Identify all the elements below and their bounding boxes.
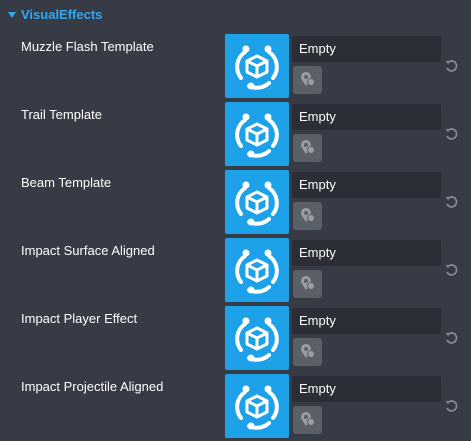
property-row-impact-projectile-aligned: Impact Projectile Aligned Empty: [0, 374, 471, 441]
asset-field[interactable]: Empty: [292, 308, 441, 334]
reset-icon: [445, 60, 458, 72]
property-row-impact-surface-aligned: Impact Surface Aligned Empty: [0, 238, 471, 306]
property-label: Muzzle Flash Template: [21, 39, 154, 54]
asset-picker-button[interactable]: [293, 134, 322, 162]
property-row-impact-player-effect: Impact Player Effect Empty: [0, 306, 471, 374]
section-title[interactable]: VisualEffects: [21, 7, 102, 22]
asset-picker-icon: [301, 276, 315, 290]
smart-object-icon: [235, 249, 279, 294]
asset-thumbnail[interactable]: [225, 170, 289, 234]
property-row-trail-template: Trail Template Empty: [0, 102, 471, 170]
asset-thumbnail[interactable]: [225, 102, 289, 166]
smart-object-icon: [235, 45, 279, 90]
asset-picker-icon: [301, 412, 315, 426]
reset-button[interactable]: [443, 330, 459, 346]
asset-picker-icon: [301, 72, 315, 86]
asset-picker-button[interactable]: [293, 270, 322, 298]
asset-picker-button[interactable]: [293, 66, 322, 94]
property-row-muzzle-flash-template: Muzzle Flash Template Empty: [0, 34, 471, 102]
asset-thumbnail[interactable]: [225, 238, 289, 302]
asset-value: Empty: [299, 381, 336, 396]
asset-picker-button[interactable]: [293, 406, 322, 434]
asset-value: Empty: [299, 245, 336, 260]
asset-picker-button[interactable]: [293, 338, 322, 366]
asset-thumbnail[interactable]: [225, 306, 289, 370]
asset-thumbnail[interactable]: [225, 374, 289, 438]
reset-button[interactable]: [443, 58, 459, 74]
asset-value: Empty: [299, 177, 336, 192]
reset-icon: [445, 264, 458, 276]
asset-field[interactable]: Empty: [292, 104, 441, 130]
asset-field[interactable]: Empty: [292, 36, 441, 62]
asset-picker-icon: [301, 208, 315, 222]
asset-value: Empty: [299, 313, 336, 328]
asset-picker-icon: [301, 140, 315, 154]
property-row-beam-template: Beam Template Empty: [0, 170, 471, 238]
asset-value: Empty: [299, 41, 336, 56]
reset-button[interactable]: [443, 398, 459, 414]
chevron-down-icon[interactable]: [8, 12, 16, 18]
property-label: Impact Player Effect: [21, 311, 138, 326]
property-label: Impact Projectile Aligned: [21, 379, 164, 394]
reset-button[interactable]: [443, 194, 459, 210]
asset-field[interactable]: Empty: [292, 172, 441, 198]
reset-icon: [445, 332, 458, 344]
property-label: Trail Template: [21, 107, 102, 122]
smart-object-icon: [235, 385, 279, 430]
asset-thumbnail[interactable]: [225, 34, 289, 98]
properties-panel: VisualEffects Muzzle Flash Template Empt…: [0, 0, 471, 441]
smart-object-icon: [235, 317, 279, 362]
asset-field[interactable]: Empty: [292, 376, 441, 402]
asset-value: Empty: [299, 109, 336, 124]
property-label: Impact Surface Aligned: [21, 243, 155, 258]
section-header-visual-effects[interactable]: VisualEffects: [0, 0, 471, 30]
reset-button[interactable]: [443, 126, 459, 142]
property-label: Beam Template: [21, 175, 112, 190]
asset-picker-icon: [301, 344, 315, 358]
reset-icon: [445, 196, 458, 208]
smart-object-icon: [235, 113, 279, 158]
asset-picker-button[interactable]: [293, 202, 322, 230]
reset-button[interactable]: [443, 262, 459, 278]
smart-object-icon: [235, 181, 279, 226]
reset-icon: [445, 128, 458, 140]
asset-field[interactable]: Empty: [292, 240, 441, 266]
reset-icon: [445, 400, 458, 412]
